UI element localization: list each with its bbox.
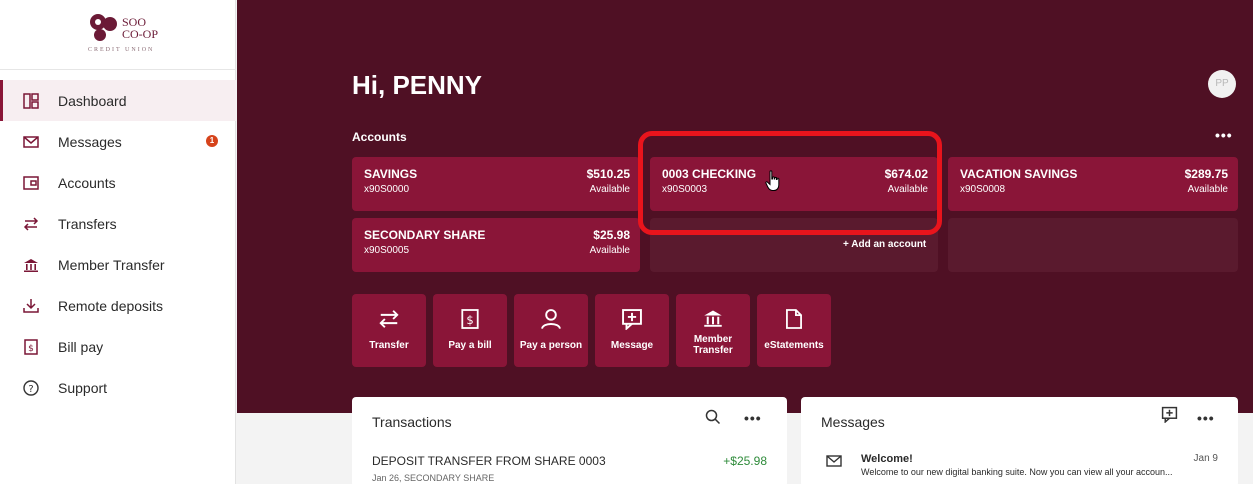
transaction-amount: +$25.98 (723, 454, 767, 468)
accounts-more-menu[interactable]: ••• (1215, 127, 1233, 143)
svg-text:$: $ (28, 344, 34, 354)
account-number: x90S0000 (364, 184, 410, 195)
sidebar-item-messages[interactable]: Messages 1 (0, 121, 236, 162)
dashboard-icon (22, 92, 40, 110)
person-icon (514, 308, 588, 330)
message-plus-icon (595, 308, 669, 330)
sidebar-item-label: Messages (58, 133, 122, 150)
message-subject: Welcome! (861, 453, 913, 465)
unread-badge: 1 (206, 135, 218, 147)
transaction-description: DEPOSIT TRANSFER FROM SHARE 0003 (372, 454, 606, 468)
transfer-arrows-icon (352, 308, 426, 330)
sidebar-item-accounts[interactable]: Accounts (0, 162, 236, 203)
messages-title: Messages (821, 414, 885, 430)
brand-name-line2: CO-OP (122, 27, 159, 41)
transaction-meta: Jan 26, SECONDARY SHARE (372, 473, 495, 483)
sidebar-item-label: Dashboard (58, 92, 127, 109)
messages-panel: Messages ••• Welcome! Jan 9 Welcome to o… (801, 397, 1238, 484)
hand-cursor-icon (765, 170, 780, 191)
sidebar-item-label: Remote deposits (58, 297, 164, 314)
message-plus-icon[interactable] (1161, 406, 1178, 423)
sidebar-item-support[interactable]: ? Support (0, 367, 236, 408)
account-number: x90S0005 (364, 245, 410, 256)
svg-text:?: ? (28, 384, 33, 395)
envelope-icon (22, 133, 40, 151)
sidebar-item-label: Bill pay (58, 338, 104, 355)
account-card-savings[interactable]: SAVINGS x90S0000 $510.25 Available (352, 157, 640, 211)
bank-icon (676, 308, 750, 328)
logo-mark-icon (90, 14, 117, 41)
svg-text:$: $ (466, 313, 473, 327)
messages-more-menu[interactable]: ••• (1197, 410, 1215, 426)
add-account-link[interactable]: + Add an account (843, 239, 926, 250)
sidebar-item-label: Transfers (58, 215, 117, 232)
account-balance-status: Available (589, 184, 630, 195)
page-title: Hi, PENNY (352, 70, 483, 100)
sidebar-item-bill-pay[interactable]: $ Bill pay (0, 326, 236, 367)
quick-action-estatements[interactable]: eStatements (757, 294, 831, 367)
transactions-panel: Transactions ••• DEPOSIT TRANSFER FROM S… (352, 397, 787, 484)
account-balance: $510.25 (586, 167, 630, 181)
quick-action-label: Pay a bill (448, 340, 492, 351)
wallet-icon (22, 174, 40, 192)
account-card-vacation-savings[interactable]: VACATION SAVINGS x90S0008 $289.75 Availa… (948, 157, 1238, 211)
quick-action-label: Transfer (369, 340, 409, 351)
envelope-icon (826, 455, 842, 467)
sidebar-item-dashboard[interactable]: Dashboard (0, 80, 236, 121)
quick-action-message[interactable]: Message (595, 294, 669, 367)
quick-action-label: eStatements (764, 340, 824, 351)
brand-logo[interactable]: SOO CO-OP CREDIT UNION (0, 0, 236, 70)
sidebar-item-label: Accounts (58, 174, 116, 191)
message-date: Jan 9 (1193, 453, 1218, 464)
quick-action-label: Message (610, 340, 654, 351)
quick-action-pay-bill[interactable]: $ Pay a bill (433, 294, 507, 367)
message-preview: Welcome to our new digital banking suite… (861, 467, 1173, 477)
sidebar-item-member-transfer[interactable]: Member Transfer (0, 244, 236, 285)
sidebar: SOO CO-OP CREDIT UNION Dashboard Message… (0, 0, 236, 484)
bank-icon (22, 256, 40, 274)
sidebar-item-label: Member Transfer (58, 256, 165, 273)
accounts-heading: Accounts (352, 130, 407, 144)
bill-icon: $ (433, 308, 507, 330)
quick-action-label: Member Transfer (693, 334, 733, 356)
sidebar-nav: Dashboard Messages 1 Accounts Transfers (0, 80, 236, 408)
quick-action-pay-person[interactable]: Pay a person (514, 294, 588, 367)
sidebar-item-label: Support (58, 379, 108, 396)
account-number: x90S0008 (960, 184, 1006, 195)
bill-icon: $ (22, 338, 40, 356)
account-balance-status: Available (1187, 184, 1228, 195)
account-balance: $25.98 (593, 228, 630, 242)
help-icon: ? (22, 379, 40, 397)
sidebar-item-transfers[interactable]: Transfers (0, 203, 236, 244)
account-card-secondary-share[interactable]: SECONDARY SHARE x90S0005 $25.98 Availabl… (352, 218, 640, 272)
account-balance: $289.75 (1184, 167, 1228, 181)
transfer-arrows-icon (22, 215, 40, 233)
transactions-more-menu[interactable]: ••• (744, 410, 762, 426)
highlight-annotation (638, 131, 942, 235)
search-icon[interactable] (705, 409, 721, 425)
account-balance-status: Available (589, 245, 630, 256)
account-name: SECONDARY SHARE (364, 228, 486, 242)
empty-account-slot (948, 218, 1238, 272)
document-icon (757, 308, 831, 330)
brand-subtitle: CREDIT UNION (88, 47, 155, 53)
transactions-title: Transactions (372, 414, 452, 430)
quick-action-member-transfer[interactable]: Member Transfer (676, 294, 750, 367)
quick-action-label: Pay a person (519, 340, 583, 351)
deposit-icon (22, 297, 40, 315)
sidebar-item-remote-deposits[interactable]: Remote deposits (0, 285, 236, 326)
avatar[interactable]: PP (1208, 70, 1236, 98)
quick-action-transfer[interactable]: Transfer (352, 294, 426, 367)
